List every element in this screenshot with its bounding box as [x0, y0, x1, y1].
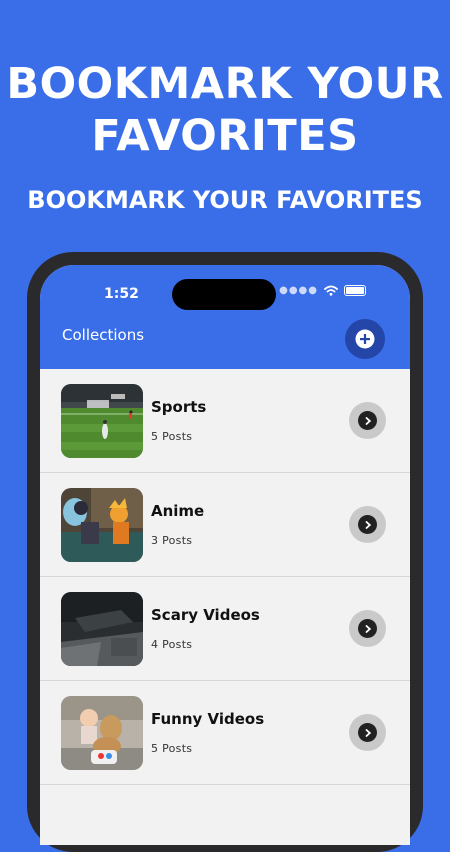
collection-row-sports[interactable]: Sports 5 Posts — [40, 369, 410, 473]
collection-row-anime[interactable]: Anime 3 Posts — [40, 473, 410, 577]
chevron-right-icon — [358, 723, 377, 742]
collection-title: Scary Videos — [151, 606, 260, 624]
collection-post-count: 5 Posts — [151, 742, 193, 755]
chevron-right-icon — [358, 411, 377, 430]
app-header: 1:52 ●●●● Collections — [40, 265, 410, 369]
open-collection-button[interactable] — [349, 714, 386, 751]
collection-post-count: 5 Posts — [151, 430, 193, 443]
collection-title: Funny Videos — [151, 710, 265, 728]
collection-post-count: 4 Posts — [151, 638, 193, 651]
chevron-right-icon — [358, 619, 377, 638]
chevron-right-icon — [358, 515, 377, 534]
anime-characters-thumbnail — [61, 488, 143, 562]
battery-icon — [344, 285, 366, 296]
wifi-icon — [324, 285, 338, 296]
promo-subheadline: BOOKMARK YOUR FAVORITES — [27, 186, 423, 214]
collection-title: Sports — [151, 398, 207, 416]
collection-row-funny-videos[interactable]: Funny Videos 5 Posts — [40, 681, 410, 785]
promo-headline: BOOKMARK YOUR FAVORITES — [6, 59, 444, 161]
dynamic-island — [172, 279, 276, 310]
collection-row-scary-videos[interactable]: Scary Videos 4 Posts — [40, 577, 410, 681]
signal-dots-icon: ●●●● — [279, 285, 318, 296]
status-time: 1:52 — [104, 286, 139, 302]
phone-frame: 1:52 ●●●● Collections Sports 5 Posts Ani… — [27, 252, 423, 852]
dark-room-thumbnail — [61, 592, 143, 666]
open-collection-button[interactable] — [349, 506, 386, 543]
app-screen: 1:52 ●●●● Collections Sports 5 Posts Ani… — [40, 265, 410, 845]
open-collection-button[interactable] — [349, 402, 386, 439]
status-icons: ●●●● — [279, 285, 366, 296]
dog-and-baby-thumbnail — [61, 696, 143, 770]
collection-post-count: 3 Posts — [151, 534, 193, 547]
collection-title: Anime — [151, 502, 205, 520]
soccer-field-thumbnail — [61, 384, 143, 458]
open-collection-button[interactable] — [349, 610, 386, 647]
add-collection-button[interactable] — [345, 319, 385, 359]
collections-list: Sports 5 Posts Anime 3 Posts Scary Video… — [40, 369, 410, 785]
page-title: Collections — [62, 326, 145, 344]
plus-circle-icon — [355, 329, 375, 349]
